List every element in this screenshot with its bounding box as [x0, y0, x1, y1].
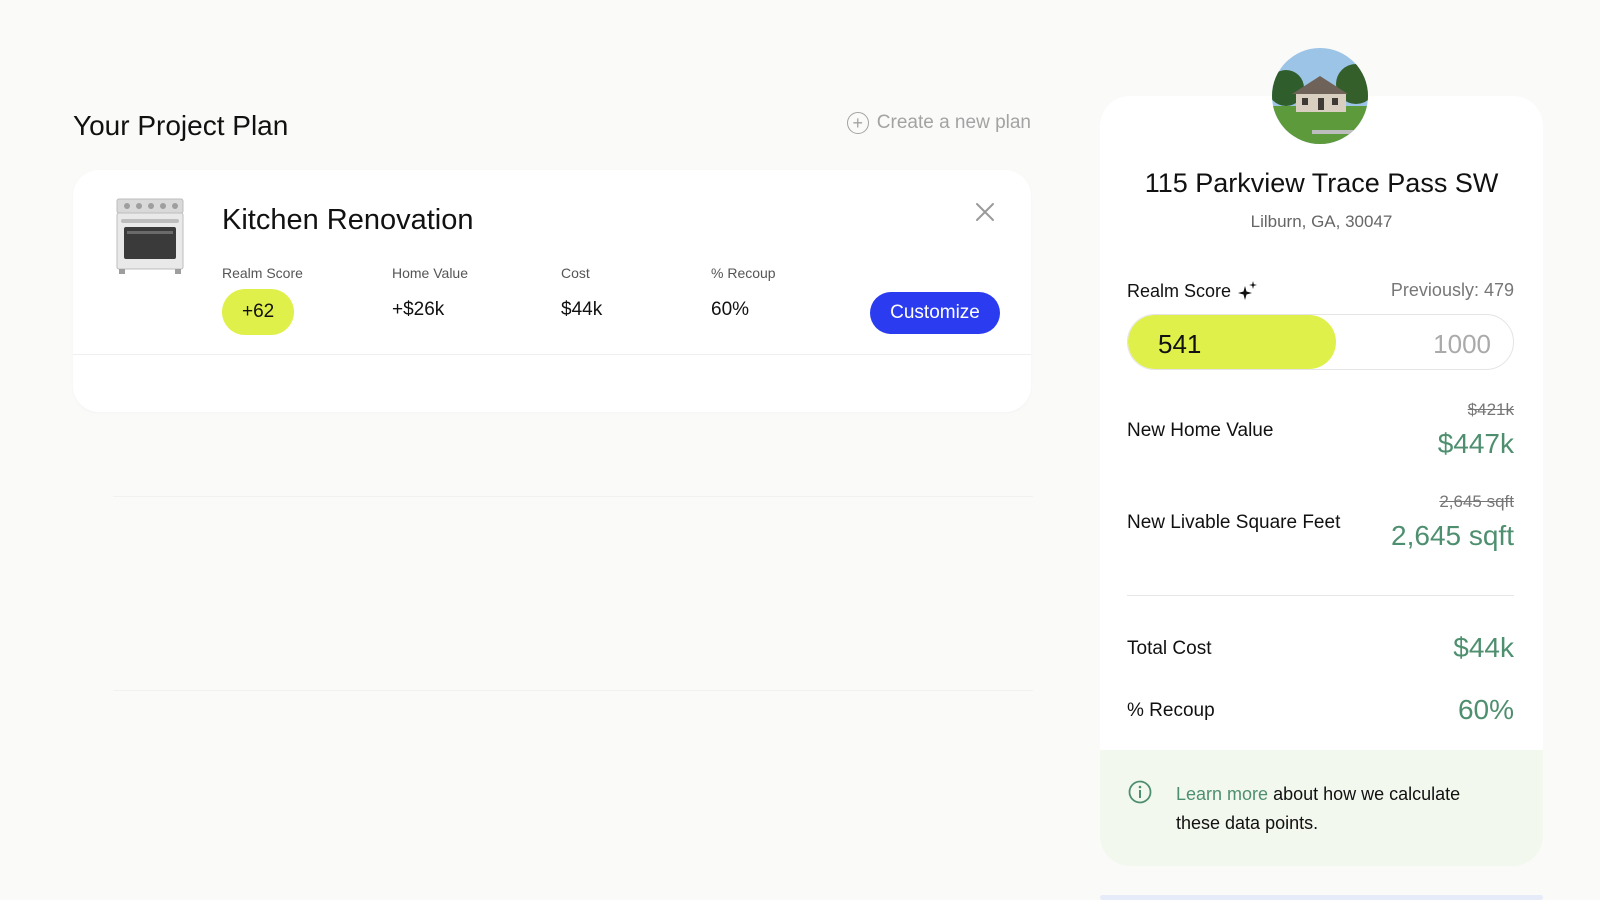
plan-header: Your Project Plan + Create a new plan	[73, 104, 1031, 148]
info-icon	[1128, 780, 1152, 804]
project-title: Kitchen Renovation	[222, 204, 474, 236]
card-divider	[73, 354, 1031, 355]
metric-label: Home Value	[392, 265, 469, 281]
metric-cost: Cost $44k	[561, 265, 602, 321]
recoup-label: % Recoup	[1127, 700, 1215, 721]
metric-value: 60%	[711, 299, 750, 320]
previous-score: Previously: 479	[1390, 280, 1514, 300]
customize-button[interactable]: Customize	[870, 292, 1000, 334]
new-sqft-label: New Livable Square Feet	[1127, 512, 1341, 533]
property-photo	[1272, 48, 1368, 144]
house-image-icon	[1272, 48, 1368, 144]
plus-circle-icon: +	[846, 112, 869, 134]
new-home-value-label: New Home Value	[1127, 420, 1274, 441]
total-cost-label: Total Cost	[1127, 638, 1212, 659]
property-city: Lilburn, GA, 30047	[1250, 212, 1393, 231]
realm-score-heading: Realm Score	[1127, 280, 1259, 302]
old-sqft: 2,645 sqft	[1439, 492, 1514, 511]
metric-label: % Recoup	[711, 265, 776, 281]
metric-value: +$26k	[392, 299, 445, 320]
close-icon[interactable]	[973, 200, 997, 224]
metric-label: Cost	[561, 265, 590, 281]
page-title: Your Project Plan	[73, 110, 289, 141]
info-text: Learn more about how we calculate these …	[1176, 780, 1506, 838]
property-summary-card: 115 Parkview Trace Pass SW Lilburn, GA, …	[1100, 96, 1543, 866]
property-address: 115 Parkview Trace Pass SW	[1144, 168, 1499, 198]
metric-recoup: % Recoup 60%	[711, 265, 776, 321]
realm-score-value: 541	[1158, 329, 1202, 359]
recoup-value: 60%	[1457, 694, 1514, 725]
realm-score-bar: 541 1000	[1127, 314, 1514, 370]
info-box: Learn more about how we calculate these …	[1100, 750, 1543, 866]
sparkle-icon	[1238, 281, 1258, 300]
create-new-plan-label: Create a new plan	[876, 112, 1031, 133]
summary-divider	[1127, 595, 1514, 596]
metric-value: $44k	[561, 299, 603, 320]
stove-icon	[116, 198, 184, 274]
background-divider	[113, 690, 1033, 691]
new-sqft: 2,645 sqft	[1391, 520, 1514, 551]
total-cost-value: $44k	[1453, 632, 1514, 663]
realm-score-badge: +62	[222, 289, 295, 335]
new-home-value: $447k	[1437, 428, 1514, 459]
background-divider	[113, 496, 1033, 497]
learn-more-link[interactable]: Learn more	[1176, 784, 1268, 804]
old-home-value: $421k	[1467, 400, 1514, 419]
metric-realm-score: Realm Score +62	[222, 265, 303, 335]
metric-label: Realm Score	[222, 265, 303, 281]
realm-score-max: 1000	[1433, 329, 1491, 359]
metric-home-value: Home Value +$26k	[392, 265, 468, 321]
create-new-plan-button[interactable]: + Create a new plan	[846, 112, 1031, 134]
realm-score-label: Realm Score	[1127, 280, 1232, 301]
project-card: Kitchen Renovation Realm Score +62 Home …	[73, 170, 1031, 412]
bottom-panel-edge	[1100, 895, 1543, 900]
